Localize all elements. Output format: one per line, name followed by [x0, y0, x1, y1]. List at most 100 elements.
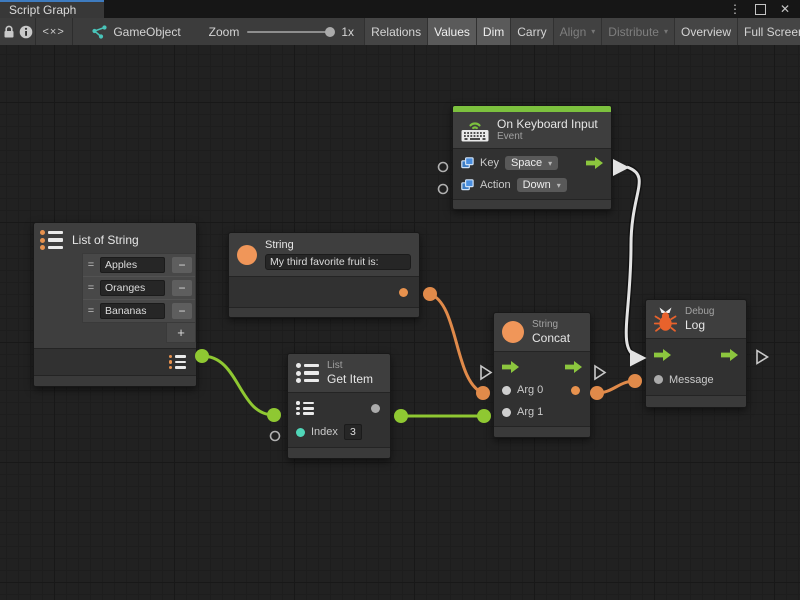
window-close-icon[interactable]: ✕: [780, 0, 790, 18]
zoom-slider-handle[interactable]: [325, 27, 335, 37]
window-maximize-icon[interactable]: [755, 4, 766, 15]
fullscreen-button[interactable]: Full Screen: [737, 18, 800, 45]
string-output-row: [229, 280, 419, 304]
tab-title: Script Graph: [9, 3, 76, 18]
arg1-input-port[interactable]: [502, 408, 511, 417]
list-item-input[interactable]: Apples: [100, 257, 165, 273]
string-value-input[interactable]: My third favorite fruit is:: [265, 254, 411, 270]
list-output-port[interactable]: [169, 355, 187, 369]
node-title: Get Item: [327, 372, 373, 386]
node-subtitle: String: [532, 319, 570, 331]
node-concat[interactable]: String Concat Arg 0 Arg 1: [493, 312, 591, 438]
string-output-port[interactable]: [399, 288, 408, 297]
graph-toolbar: <×> GameObject Zoom 1x Relations Values: [0, 18, 800, 46]
node-footer: [288, 447, 390, 458]
node-on-keyboard-input[interactable]: On Keyboard Input Event Key Space ▾: [452, 105, 612, 210]
node-footer: [453, 199, 611, 209]
values-toggle[interactable]: Values: [427, 18, 476, 45]
window-controls: ⋮ ✕: [729, 0, 800, 18]
item-output-port[interactable]: [371, 404, 380, 413]
enum-icon: [461, 179, 474, 191]
add-item-button[interactable]: +: [166, 323, 196, 343]
zoom-value: 1x: [341, 25, 354, 39]
info-icon: [19, 25, 33, 39]
node-title: On Keyboard Input: [497, 117, 598, 131]
action-value-dropdown[interactable]: Down ▾: [517, 178, 567, 192]
window-menu-icon[interactable]: ⋮: [729, 0, 741, 18]
drag-handle-icon[interactable]: =: [86, 282, 96, 294]
flow-input-port[interactable]: [502, 361, 519, 373]
node-list-of-string[interactable]: List of String = Apples − = Oranges − = …: [33, 222, 197, 387]
relations-toggle[interactable]: Relations: [364, 18, 427, 45]
remove-item-button[interactable]: −: [172, 257, 192, 273]
node-title: String: [265, 239, 411, 252]
zoom-slider[interactable]: [247, 31, 333, 33]
gameobject-breadcrumb[interactable]: GameObject: [72, 18, 194, 45]
node-title: Log: [685, 318, 714, 332]
key-value-dropdown[interactable]: Space ▾: [505, 156, 558, 170]
index-label: Index: [311, 426, 338, 438]
action-label: Action: [480, 179, 511, 191]
chevron-down-icon: ▾: [664, 27, 668, 36]
arg1-port-row: Arg 1: [494, 401, 590, 423]
node-subtitle: Event: [497, 131, 598, 143]
node-footer: [229, 307, 419, 317]
message-input-port[interactable]: [654, 375, 663, 384]
node-subtitle: Debug: [685, 306, 714, 318]
zoom-label: Zoom: [209, 25, 240, 39]
node-footer: [34, 375, 196, 386]
flow-row: [646, 342, 746, 367]
gameobject-label: GameObject: [113, 25, 180, 39]
flow-output-port[interactable]: [586, 157, 603, 169]
action-port-row: Action Down ▾: [453, 174, 611, 196]
align-dropdown[interactable]: Align ▾: [553, 18, 602, 45]
chevron-down-icon: ▾: [557, 181, 561, 190]
list-item-editor: = Apples − = Oranges − = Bananas −: [82, 253, 196, 323]
index-value-input[interactable]: 3: [344, 424, 362, 440]
tab-bar: Script Graph ⋮ ✕: [0, 0, 800, 18]
gameobject-icon: [92, 25, 107, 39]
tab-script-graph[interactable]: Script Graph: [0, 0, 104, 18]
drag-handle-icon[interactable]: =: [86, 259, 96, 271]
arg1-label: Arg 1: [517, 406, 543, 418]
string-type-icon: [502, 321, 524, 343]
info-button[interactable]: [17, 18, 34, 45]
distribute-dropdown[interactable]: Distribute ▾: [601, 18, 674, 45]
node-title: List of String: [72, 233, 139, 247]
node-debug-log[interactable]: Debug Log Message: [645, 299, 747, 408]
list-icon: [40, 230, 63, 250]
node-get-item[interactable]: List Get Item Index 3: [287, 353, 391, 459]
lock-button[interactable]: [0, 18, 17, 45]
node-footer: [494, 426, 590, 437]
toolbar-toggle-group: Relations Values Dim Carry Align ▾ Distr…: [364, 18, 800, 45]
remove-item-button[interactable]: −: [172, 280, 192, 296]
list-item-input[interactable]: Oranges: [100, 280, 165, 296]
message-port-row: Message: [646, 367, 746, 392]
key-label: Key: [480, 157, 499, 169]
keyboard-icon: [461, 119, 489, 142]
key-port-row: Key Space ▾: [453, 152, 611, 174]
unity-visual-scripting-window: Script Graph ⋮ ✕ <×>: [0, 0, 800, 600]
flow-output-port[interactable]: [565, 361, 582, 373]
arg0-port-row: Arg 0: [494, 379, 590, 401]
remove-item-button[interactable]: −: [172, 303, 192, 319]
list-input-port[interactable]: [296, 401, 314, 415]
flow-input-port[interactable]: [654, 349, 671, 361]
string-type-icon: [237, 245, 257, 265]
index-input-port[interactable]: [296, 428, 305, 437]
overview-button[interactable]: Overview: [674, 18, 737, 45]
code-view-button[interactable]: <×>: [36, 18, 72, 45]
dim-toggle[interactable]: Dim: [476, 18, 510, 45]
arg0-input-port[interactable]: [502, 386, 511, 395]
list-item-input[interactable]: Bananas: [100, 303, 165, 319]
list-item-row: = Oranges −: [83, 277, 195, 300]
index-port-row: Index 3: [288, 420, 390, 444]
node-string-literal[interactable]: String My third favorite fruit is:: [228, 232, 420, 318]
carry-toggle[interactable]: Carry: [510, 18, 552, 45]
chevron-down-icon: ▾: [548, 159, 552, 168]
drag-handle-icon[interactable]: =: [86, 305, 96, 317]
result-output-port[interactable]: [571, 386, 580, 395]
bug-icon: [654, 306, 677, 332]
arg0-label: Arg 0: [517, 384, 543, 396]
flow-output-port[interactable]: [721, 349, 738, 361]
